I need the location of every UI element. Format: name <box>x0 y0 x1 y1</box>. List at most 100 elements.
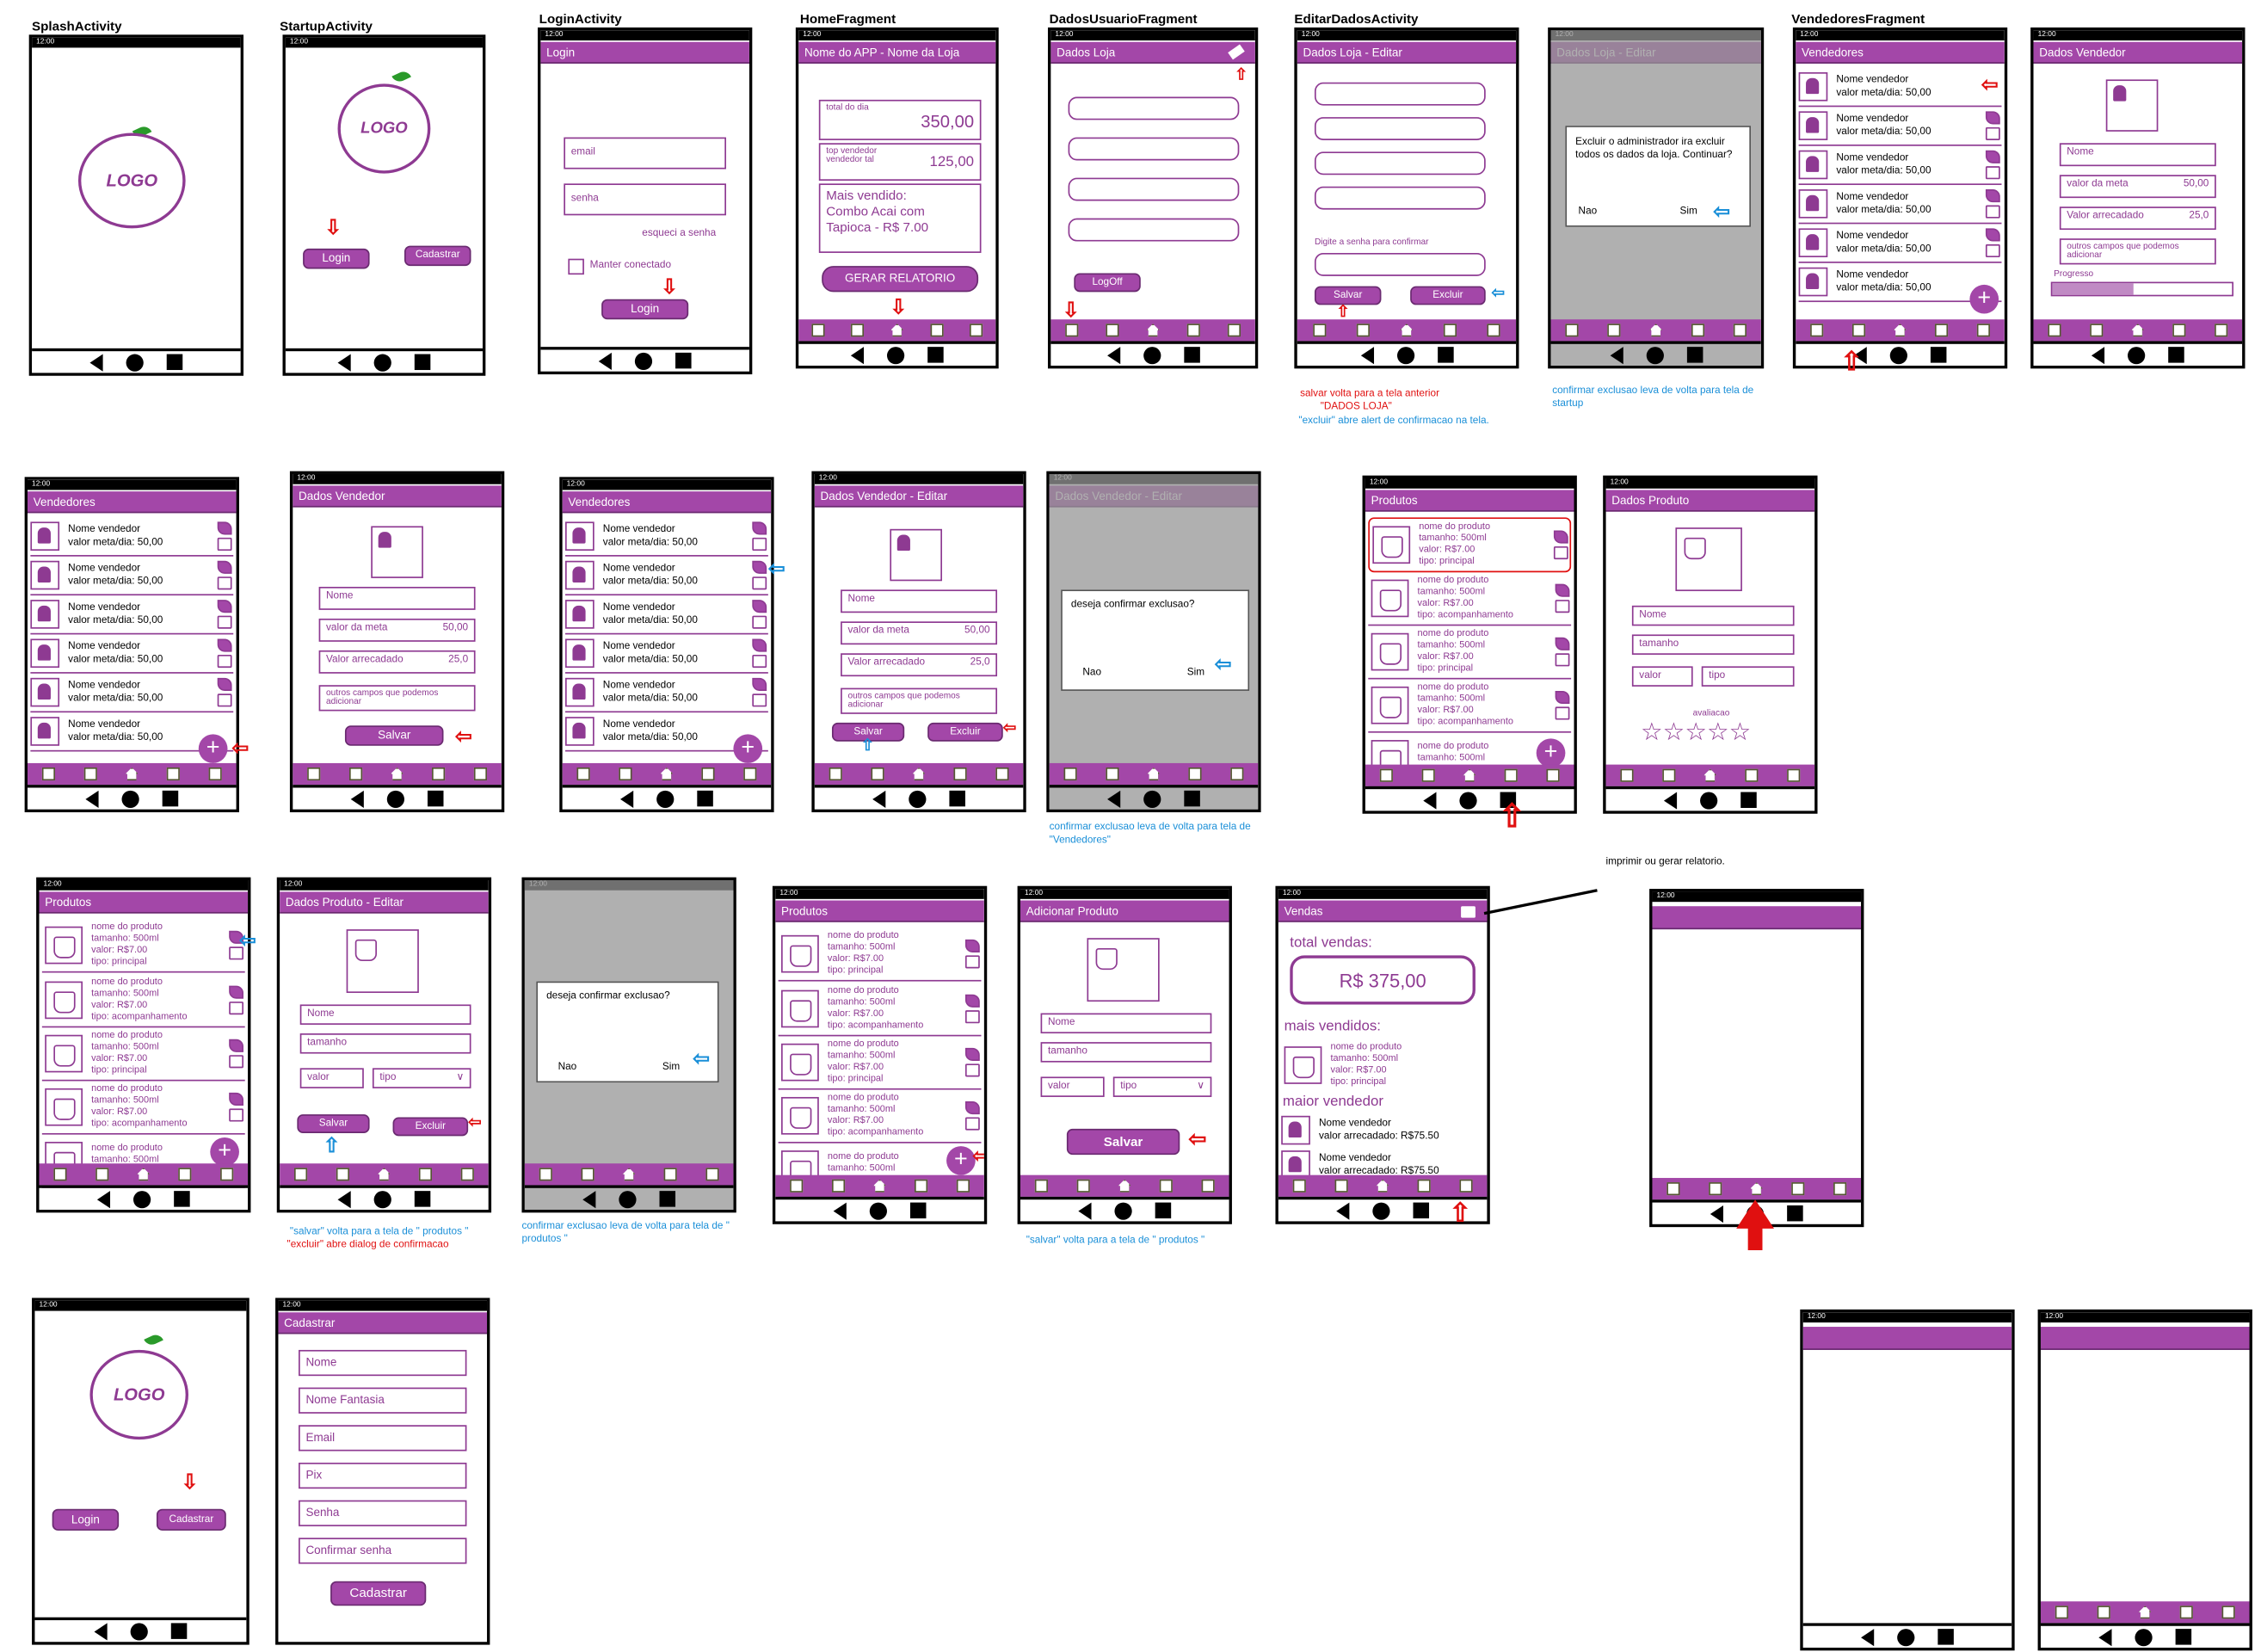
cart-icon[interactable] <box>664 1168 678 1181</box>
edit-icon[interactable] <box>1555 583 1570 597</box>
list-icon[interactable] <box>336 1168 349 1181</box>
edit-icon[interactable] <box>964 1101 980 1115</box>
back-icon[interactable] <box>96 1190 111 1208</box>
home-icon[interactable] <box>1649 324 1663 337</box>
recents-icon[interactable] <box>166 354 183 371</box>
user-icon[interactable] <box>1064 324 1078 337</box>
trash-icon[interactable] <box>229 1055 244 1069</box>
back-icon[interactable] <box>337 1190 351 1208</box>
product-item[interactable]: nome do produtotamanho: 500mlvalor: R$7.… <box>778 1036 982 1090</box>
list-icon[interactable] <box>1661 768 1675 782</box>
logoff-button[interactable]: LogOff <box>1074 273 1141 293</box>
edit-icon[interactable] <box>1985 111 2000 125</box>
box-icon[interactable] <box>1487 324 1501 337</box>
list-item[interactable]: Nome vendedor valor meta/dia: 50,00 <box>565 674 768 713</box>
box-icon[interactable] <box>969 324 983 337</box>
cart-icon[interactable] <box>929 324 944 337</box>
edit-icon[interactable] <box>1553 530 1568 544</box>
home-system-icon[interactable] <box>1372 1201 1390 1219</box>
back-icon[interactable] <box>1360 346 1374 364</box>
nome-fantasia-field[interactable]: Nome Fantasia <box>299 1387 467 1414</box>
salvar-button[interactable]: Salvar <box>297 1114 370 1133</box>
home-system-icon[interactable] <box>1645 346 1664 364</box>
trash-icon[interactable] <box>964 1010 980 1024</box>
trash-icon[interactable] <box>217 654 232 669</box>
cart-icon[interactable] <box>432 767 446 781</box>
gerar-relatorio-button[interactable]: GERAR RELATORIO <box>822 266 979 293</box>
list-item[interactable]: Nome vendedor valor meta/dia: 50,00 <box>30 634 234 674</box>
tipo-select[interactable]: tipo ∨ <box>1112 1076 1212 1097</box>
edit-icon[interactable] <box>752 638 767 652</box>
list-icon[interactable] <box>2089 324 2103 337</box>
home-icon[interactable] <box>1400 324 1414 337</box>
login-button[interactable]: Login <box>303 248 370 269</box>
edit-icon[interactable] <box>1985 228 2000 242</box>
confirmar-senha-field[interactable]: Confirmar senha <box>299 1538 467 1564</box>
product-item[interactable]: nome do produtotamanho: 500mlvalor: R$7.… <box>41 919 245 973</box>
add-fab-button[interactable]: + <box>946 1146 976 1175</box>
cart-icon[interactable] <box>1186 324 1201 337</box>
list-item[interactable]: Nome vendedor valor meta/dia: 50,00 <box>565 634 768 674</box>
edit-icon[interactable] <box>1985 189 2000 203</box>
excluir-button[interactable]: Excluir <box>392 1117 469 1137</box>
product-item[interactable]: nome do produtotamanho: 500mlvalor: R$7.… <box>1368 572 1572 626</box>
cart-icon[interactable] <box>1444 324 1457 337</box>
edit-icon[interactable] <box>1555 690 1570 705</box>
back-icon[interactable] <box>94 1622 108 1640</box>
recents-icon[interactable] <box>1787 1205 1803 1222</box>
back-icon[interactable] <box>872 790 886 808</box>
trash-icon[interactable] <box>217 576 232 590</box>
trash-icon[interactable] <box>1553 546 1568 560</box>
user-icon[interactable] <box>53 1168 67 1181</box>
add-fab-button[interactable]: + <box>1536 738 1566 767</box>
dialog-no-button[interactable]: Nao <box>1579 206 1598 217</box>
product-item[interactable]: nome do produtotamanho: 500mlvalor: R$7.… <box>778 928 982 982</box>
recents-icon[interactable] <box>1437 347 1453 363</box>
cadastrar-submit-button[interactable]: Cadastrar <box>330 1581 427 1606</box>
list-item[interactable]: Nome vendedor valor meta/dia: 50,00 <box>565 557 768 596</box>
recents-icon[interactable] <box>697 790 713 807</box>
edit-icon[interactable] <box>217 638 232 652</box>
list-item[interactable]: Nome vendedor valor meta/dia: 50,00 <box>1798 68 2002 108</box>
edit-icon[interactable] <box>229 1092 244 1106</box>
cart-icon[interactable] <box>1418 1179 1432 1193</box>
home-icon[interactable] <box>1376 1179 1389 1193</box>
home-icon[interactable] <box>1703 768 1717 782</box>
cart-icon[interactable] <box>2172 324 2186 337</box>
back-icon[interactable] <box>1663 791 1678 809</box>
edit-icon[interactable] <box>229 1039 244 1052</box>
home-system-icon[interactable] <box>386 790 405 808</box>
list-icon[interactable] <box>2097 1606 2110 1619</box>
box-icon[interactable] <box>743 767 757 781</box>
list-icon[interactable] <box>1421 768 1435 782</box>
list-icon[interactable] <box>1076 1179 1090 1193</box>
user-icon[interactable] <box>1034 1179 1048 1193</box>
list-item[interactable]: Nome vendedor valor meta/dia: 50,00 <box>1798 146 2002 186</box>
trash-icon[interactable] <box>1985 205 2000 219</box>
trash-icon[interactable] <box>217 693 232 707</box>
login-button[interactable]: Login <box>52 1508 120 1531</box>
home-icon[interactable] <box>1750 1182 1764 1196</box>
dialog-yes-button[interactable]: Sim <box>1187 668 1204 678</box>
trash-icon[interactable] <box>1555 653 1570 667</box>
home-system-icon[interactable] <box>132 1190 151 1208</box>
user-icon[interactable] <box>1063 767 1077 781</box>
box-icon[interactable] <box>460 1168 475 1181</box>
recents-icon[interactable] <box>414 1191 431 1207</box>
user-icon[interactable] <box>2048 324 2061 337</box>
box-icon[interactable] <box>1546 768 1560 782</box>
list-item[interactable]: Nome vendedor valor meta/dia: 50,00 <box>30 517 234 557</box>
back-icon[interactable] <box>337 353 351 371</box>
trash-icon[interactable] <box>1985 243 2000 258</box>
pix-field[interactable]: Pix <box>299 1462 467 1489</box>
cart-icon[interactable] <box>1745 768 1759 782</box>
cadastrar-button[interactable]: Cadastrar <box>404 245 471 267</box>
product-item[interactable]: nome do produtotamanho: 500mlvalor: R$7.… <box>1368 517 1572 573</box>
back-icon[interactable] <box>582 1190 596 1208</box>
home-system-icon[interactable] <box>1459 791 1477 809</box>
user-icon[interactable] <box>811 324 825 337</box>
back-icon[interactable] <box>2091 346 2105 364</box>
list-item[interactable]: Nome vendedor valor meta/dia: 50,00 <box>30 557 234 596</box>
cart-icon[interactable] <box>419 1168 433 1181</box>
box-icon[interactable] <box>956 1179 970 1193</box>
